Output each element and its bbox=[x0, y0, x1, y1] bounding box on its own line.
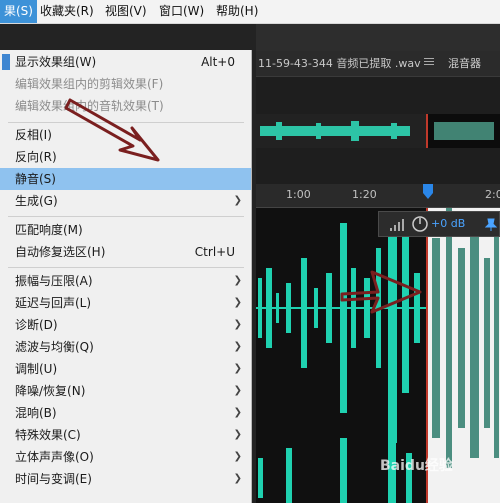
menu-item-match-loudness[interactable]: 匹配响度(M) bbox=[0, 219, 251, 241]
waveform-view[interactable] bbox=[256, 208, 500, 503]
menu-item-noise-reduction[interactable]: 降噪/恢复(N) ❯ bbox=[0, 380, 251, 402]
menu-item-modulation[interactable]: 调制(U) ❯ bbox=[0, 358, 251, 380]
checkmark-icon bbox=[2, 54, 10, 70]
overview-waveform bbox=[260, 121, 494, 141]
menu-item-auto-heal[interactable]: 自动修复选区(H) Ctrl+U bbox=[0, 241, 251, 263]
menu-item-amplitude[interactable]: 振幅与压限(A) ❯ bbox=[0, 270, 251, 292]
ruler-label-1: 1:00 bbox=[286, 188, 311, 201]
menu-item-reverse[interactable]: 反向(R) bbox=[0, 146, 251, 168]
level-bars-icon bbox=[390, 219, 404, 231]
submenu-arrow-icon: ❯ bbox=[233, 275, 242, 286]
ruler-label-3: 2:0 bbox=[485, 188, 500, 201]
menu-item-filter-eq[interactable]: 滤波与均衡(Q) ❯ bbox=[0, 336, 251, 358]
menubar-item-view[interactable]: 视图(V) bbox=[101, 0, 151, 23]
menu-item-delay-echo[interactable]: 延迟与回声(L) ❯ bbox=[0, 292, 251, 314]
menubar-item-effects[interactable]: 果(S) bbox=[0, 0, 37, 23]
menubar-item-window[interactable]: 窗口(W) bbox=[155, 0, 208, 23]
editor-header bbox=[256, 24, 500, 51]
shortcut-label: Alt+0 bbox=[201, 55, 235, 69]
volume-hud[interactable]: +0 dB bbox=[378, 211, 500, 237]
menu-separator bbox=[8, 216, 244, 217]
shortcut-label: Ctrl+U bbox=[194, 245, 235, 259]
waveform-overview[interactable] bbox=[256, 114, 500, 148]
menubar-item-favorites[interactable]: 收藏夹(R) bbox=[36, 0, 98, 23]
file-tab[interactable]: 11-59-43-344 音频已提取 .wav 混音器 bbox=[256, 51, 500, 77]
menu-item-reverb[interactable]: 混响(B) ❯ bbox=[0, 402, 251, 424]
time-ruler[interactable]: 1:00 1:20 2:0 bbox=[256, 184, 500, 208]
menu-item-special[interactable]: 特殊效果(C) ❯ bbox=[0, 424, 251, 446]
panel-menu-icon[interactable] bbox=[424, 58, 434, 66]
menu-bar: 果(S) 收藏夹(R) 视图(V) 窗口(W) 帮助(H) bbox=[0, 0, 500, 24]
submenu-arrow-icon: ❯ bbox=[233, 297, 242, 308]
menu-item-show-effects-rack[interactable]: 显示效果组(W) Alt+0 bbox=[0, 51, 251, 73]
menu-item-time-pitch[interactable]: 时间与变调(E) ❯ bbox=[0, 468, 251, 490]
submenu-arrow-icon: ❯ bbox=[233, 363, 242, 374]
submenu-arrow-icon: ❯ bbox=[233, 407, 242, 418]
file-name: 11-59-43-344 音频已提取 .wav bbox=[258, 57, 421, 70]
waveform bbox=[256, 208, 499, 503]
menu-item-diagnostics[interactable]: 诊断(D) ❯ bbox=[0, 314, 251, 336]
submenu-arrow-icon: ❯ bbox=[233, 429, 242, 440]
pin-icon[interactable] bbox=[485, 218, 497, 232]
volume-knob-icon[interactable] bbox=[411, 215, 429, 233]
menu-item-generate[interactable]: 生成(G) ❯ bbox=[0, 190, 251, 212]
volume-db-value: +0 dB bbox=[431, 217, 466, 230]
editor-panel: 11-59-43-344 音频已提取 .wav 混音器 1:00 1:20 2:… bbox=[256, 24, 500, 503]
tab-mixer[interactable]: 混音器 bbox=[448, 51, 481, 76]
submenu-arrow-icon: ❯ bbox=[233, 473, 242, 484]
menu-item-silence[interactable]: 静音(S) bbox=[0, 168, 251, 190]
submenu-arrow-icon: ❯ bbox=[233, 195, 242, 206]
submenu-arrow-icon: ❯ bbox=[233, 385, 242, 396]
menu-item-stereo-imagery[interactable]: 立体声声像(O) ❯ bbox=[0, 446, 251, 468]
menubar-item-help[interactable]: 帮助(H) bbox=[212, 0, 262, 23]
menu-separator bbox=[8, 122, 244, 123]
watermark: Baidu经验 bbox=[380, 458, 453, 474]
menu-item-edit-track-effects: 编辑效果组内的音轨效果(T) bbox=[15, 99, 164, 113]
submenu-arrow-icon: ❯ bbox=[233, 319, 242, 330]
effects-menu: 显示效果组(W) Alt+0 编辑效果组内的剪辑效果(F) 编辑效果组内的音轨效… bbox=[0, 50, 252, 503]
menu-item-edit-clip-effects: 编辑效果组内的剪辑效果(F) bbox=[15, 77, 164, 91]
submenu-arrow-icon: ❯ bbox=[233, 341, 242, 352]
playhead-icon[interactable] bbox=[422, 184, 434, 200]
submenu-arrow-icon: ❯ bbox=[233, 451, 242, 462]
ruler-label-2: 1:20 bbox=[352, 188, 377, 201]
menu-item-invert[interactable]: 反相(I) bbox=[0, 124, 251, 146]
menu-separator bbox=[8, 267, 244, 268]
